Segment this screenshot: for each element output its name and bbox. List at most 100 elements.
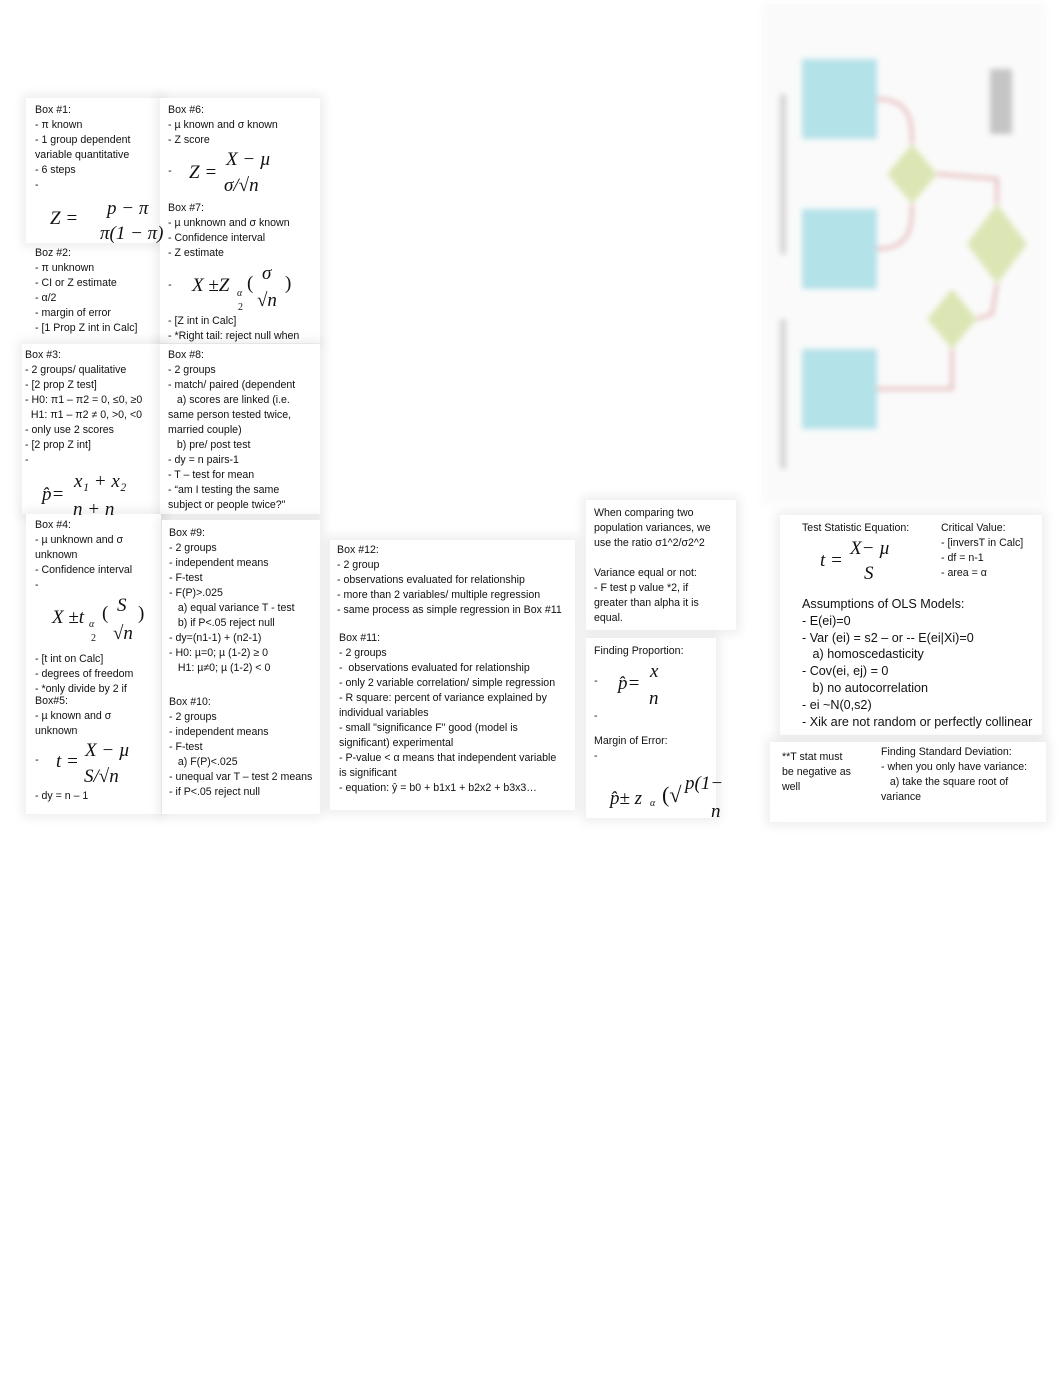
formula-denominator: n: [711, 801, 721, 822]
margin-of-error: Margin of Error: -: [594, 734, 668, 764]
formula-subscript: α: [89, 619, 95, 630]
box-heading: Box #7:: [168, 202, 204, 214]
box-line: **T stat must: [782, 751, 843, 763]
dash: -: [168, 165, 172, 177]
box-line: subject or people twice?": [168, 499, 286, 511]
box-line: unknown: [35, 549, 78, 561]
dash: -: [168, 279, 172, 291]
box-line: be negative as: [782, 766, 851, 778]
box-heading: Box#5:: [35, 695, 68, 707]
formula-numerator: X − µ: [85, 740, 130, 761]
box-line: - Z score: [168, 134, 210, 146]
formula-numerator: σ: [262, 263, 272, 284]
box-line: - 6 steps: [35, 164, 76, 176]
box-line: - [Z int in Calc]: [168, 315, 237, 327]
paren: (: [247, 273, 254, 294]
box-line: equal.: [594, 612, 623, 624]
formula-subscript: 2: [91, 633, 96, 644]
finding-proportion: Finding Proportion:: [594, 644, 684, 659]
box-line: - “am I testing the same: [168, 484, 280, 496]
assumptions-ols: Assumptions of OLS Models: - E(ei)=0 - Var…: [802, 596, 1032, 730]
box-line: - 2 groups: [169, 711, 217, 723]
box-line: H1: µ≠0; µ (1-2) < 0: [169, 662, 271, 674]
box-heading: Boz #2:: [35, 247, 71, 259]
box-line: significant) experimental: [339, 737, 454, 749]
box-line: - Var (ei) = s2 – or -- E(ei|Xi)=0: [802, 630, 974, 645]
box-heading: Box #3:: [25, 349, 61, 361]
box-line: - more than 2 variables/ multiple regres…: [337, 589, 541, 601]
formula-lhs: X ±t: [52, 607, 85, 628]
formula-subscript: α: [237, 288, 243, 299]
box-line: - F-test: [169, 572, 203, 584]
formula-lhs: t =: [820, 550, 843, 571]
box-line: - H0: µ=0; µ (1-2) ≥ 0: [169, 647, 268, 659]
formula-lhs: p̂± z: [610, 788, 643, 809]
box-line: - Z estimate: [168, 247, 224, 259]
box-line: -: [35, 179, 39, 191]
box-heading: Variance equal or not:: [594, 567, 697, 579]
box-heading: Box #10:: [169, 696, 211, 708]
box-7a: Box #7: - µ unknown and σ known - Confiden…: [168, 201, 290, 261]
box-heading: Box #4:: [35, 519, 71, 531]
box-line: - observations evaluated for relationshi…: [337, 574, 525, 586]
box-line: a) homoscedasticity: [802, 647, 924, 662]
box-line: - 2 groups/ qualitative: [25, 364, 127, 376]
box-line: -: [594, 710, 598, 722]
formula-numerator: X − µ: [226, 149, 271, 170]
box-line: - small "significance F" good (model is: [339, 722, 518, 734]
box-line: - dy = n – 1: [35, 790, 89, 802]
box-heading: Box #6:: [168, 104, 204, 116]
box-line: When comparing two: [594, 507, 694, 519]
box-10: Box #10: - 2 groups - independent means - F…: [169, 695, 312, 800]
box-9: Box #9: - 2 groups - independent means - F-…: [169, 526, 295, 676]
box-3: Box #3: - 2 groups/ qualitative - [2 prop …: [25, 348, 142, 468]
box-line: - *Right tail: reject null when: [168, 330, 300, 342]
formula-denominator: π(1 − π): [100, 223, 164, 244]
box-heading: Box #11:: [339, 632, 381, 644]
formula-numerator: p − π: [107, 198, 149, 219]
box-line: -: [594, 750, 598, 762]
comparing-variances: When comparing two population variances, …: [594, 506, 711, 551]
flowchart-image: [762, 4, 1046, 504]
box-line: - match/ paired (dependent: [168, 379, 296, 391]
formula-denominator: S/√n: [84, 766, 119, 787]
box-line: variance: [881, 791, 922, 803]
box-7b: - [Z int in Calc] - *Right tail: reject n…: [168, 314, 299, 344]
formula-numerator: p(1−: [685, 773, 724, 794]
finding-proportion-end: -: [594, 709, 598, 724]
formula-numerator: x: [650, 661, 659, 682]
box-line: use the ratio σ1^2/σ2^2: [594, 537, 705, 549]
box-line: - F test p value *2, if: [594, 582, 689, 594]
radical: (√: [662, 782, 682, 807]
formula-denominator: √n: [257, 290, 277, 311]
box-line: unknown: [35, 725, 78, 737]
box-line: - Confidence interval: [35, 564, 133, 576]
paren: ): [138, 603, 145, 624]
box-line: - µ known and σ: [35, 710, 112, 722]
box-line: - F(P)>.025: [169, 587, 223, 599]
box-line: - T – test for mean: [168, 469, 255, 481]
box-line: - [1 Prop Z int in Calc]: [35, 322, 138, 334]
formula-lhs: p̂=: [618, 673, 641, 694]
box-line: - E(ei)=0: [802, 613, 851, 628]
box-line: - 2 groups: [339, 647, 387, 659]
box-line: - P-value < α means that independent var…: [339, 752, 557, 764]
paren: ): [285, 273, 292, 294]
box-line: greater than alpha it is: [594, 597, 699, 609]
box-line: - Confidence interval: [168, 232, 266, 244]
box-line: b) no autocorrelation: [802, 680, 929, 695]
box-line: - π known: [35, 119, 83, 131]
critical-value: Critical Value: - [inversT in Calc] - df =…: [941, 521, 1023, 581]
box-heading: Assumptions of OLS Models:: [802, 597, 965, 611]
box-line: - [t int on Calc]: [35, 653, 104, 665]
formula-denominator: √n: [113, 623, 133, 644]
box-line: - dy = n pairs-1: [168, 454, 239, 466]
box-line: a) equal variance T - test: [169, 602, 295, 614]
box-line: - same process as simple regression in B…: [337, 604, 562, 616]
formula-subscript: α: [650, 798, 656, 809]
box-line: - H0: π1 – π2 = 0, ≤0, ≥0: [25, 394, 143, 406]
variance-equal: Variance equal or not: - F test p value *…: [594, 566, 699, 626]
box-line: - [inversT in Calc]: [941, 537, 1024, 549]
box-line: - dy=(n1-1) + (n2-1): [169, 632, 262, 644]
box-line: - [2 prop Z test]: [25, 379, 97, 391]
